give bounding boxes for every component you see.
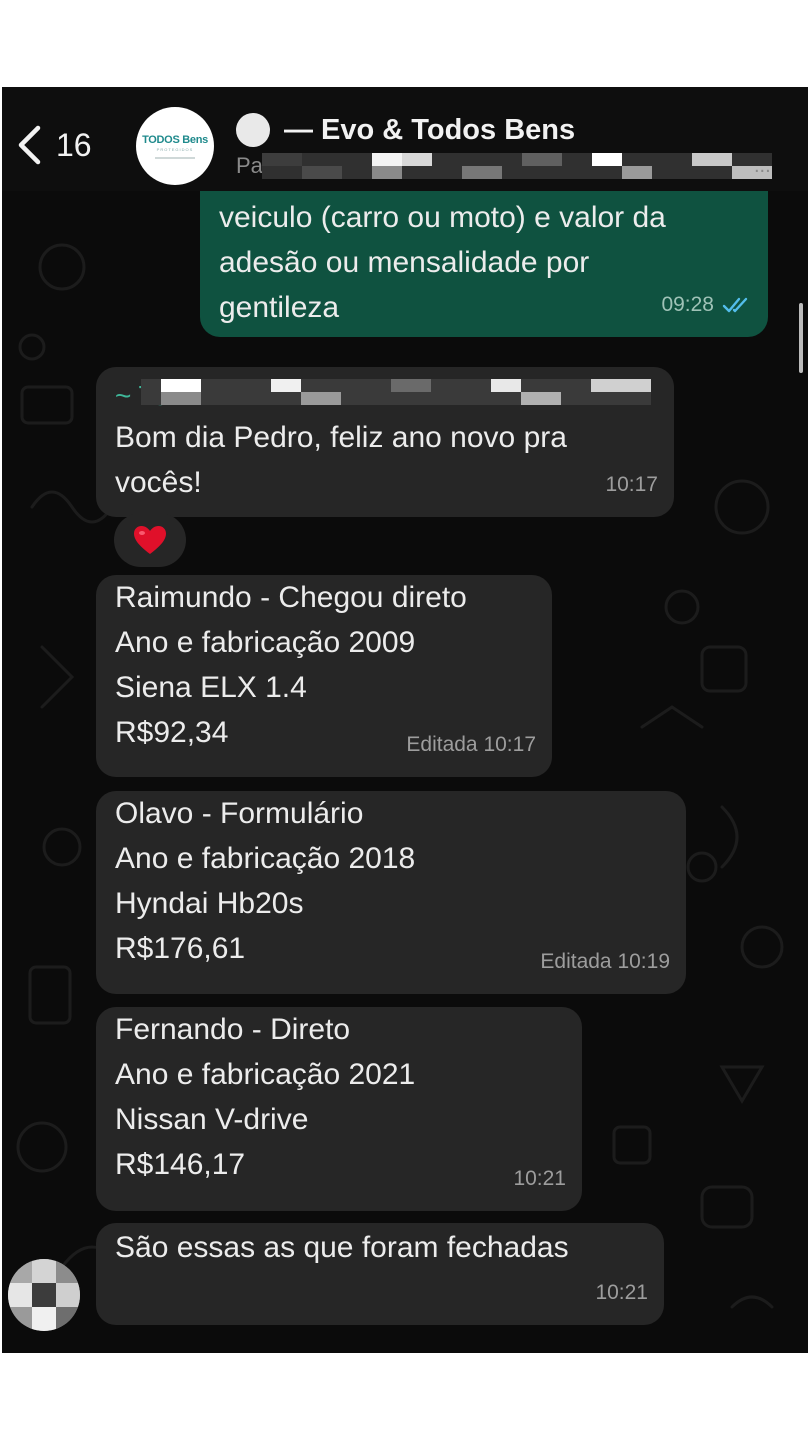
subtitle-ellipsis: ... [754, 155, 771, 177]
message-meta: 09:28 [661, 282, 752, 327]
logo-divider [155, 156, 195, 159]
message-text: São essas as que foram fechadas [115, 1231, 569, 1264]
message-meta: 10:17 [605, 462, 658, 507]
heart-reaction[interactable] [114, 513, 186, 567]
incoming-message[interactable]: São essas as que foram fechadas 10:21 [96, 1223, 664, 1325]
outgoing-message[interactable]: veiculo (carro ou moto) e valor da adesã… [200, 191, 768, 337]
white-circle-emoji [236, 113, 270, 147]
pixelated-redaction [141, 379, 651, 405]
message-text: Bom dia Pedro, feliz ano novo pra vocês! [115, 421, 567, 499]
message-time: 10:17 [605, 473, 658, 496]
message-meta: 10:21 [513, 1156, 566, 1201]
back-button[interactable]: 16 [16, 123, 116, 167]
chat-header: 16 TODOS Bens PROTEGIDOS — Evo & Todos B… [2, 87, 808, 191]
message-text: Fernando - Direto Ano e fabricação 2021 … [115, 1013, 416, 1181]
sender-name-row: ~ To [115, 375, 655, 411]
group-logo-text: TODOS Bens [142, 133, 208, 146]
sender-avatar[interactable] [8, 1259, 80, 1331]
chevron-left-icon [18, 125, 41, 165]
unread-count: 16 [56, 126, 92, 163]
message-meta: 10:21 [595, 1270, 648, 1315]
group-title-row[interactable]: — Evo & Todos Bens [236, 113, 575, 147]
message-time: 10:21 [513, 1167, 566, 1190]
double-check-icon [722, 297, 748, 312]
incoming-message[interactable]: Raimundo - Chegou direto Ano e fabricaçã… [96, 575, 552, 777]
group-logo-subtext: PROTEGIDOS [156, 146, 194, 152]
incoming-message[interactable]: Fernando - Direto Ano e fabricação 2021 … [96, 1007, 582, 1211]
pixelated-avatar [8, 1259, 80, 1331]
message-meta: Editada 10:17 [406, 722, 536, 767]
message-time: Editada 10:19 [540, 950, 670, 973]
chat-screen: 16 TODOS Bens PROTEGIDOS — Evo & Todos B… [2, 87, 808, 1353]
scrollbar[interactable] [799, 303, 803, 373]
heart-icon [134, 526, 166, 554]
message-time: Editada 10:17 [406, 733, 536, 756]
group-avatar[interactable]: TODOS Bens PROTEGIDOS [136, 107, 214, 185]
message-time: 10:21 [595, 1281, 648, 1304]
pixelated-redaction [262, 153, 772, 179]
message-time: 09:28 [661, 293, 714, 316]
group-title: — Evo & Todos Bens [284, 113, 576, 146]
group-members-subtitle[interactable]: Pau ... [236, 153, 772, 181]
message-meta: Editada 10:19 [540, 939, 670, 984]
incoming-message[interactable]: ~ To Bom dia Pedro, feliz ano novo pra v… [96, 367, 674, 517]
incoming-message[interactable]: Olavo - Formulário Ano e fabricação 2018… [96, 791, 686, 994]
